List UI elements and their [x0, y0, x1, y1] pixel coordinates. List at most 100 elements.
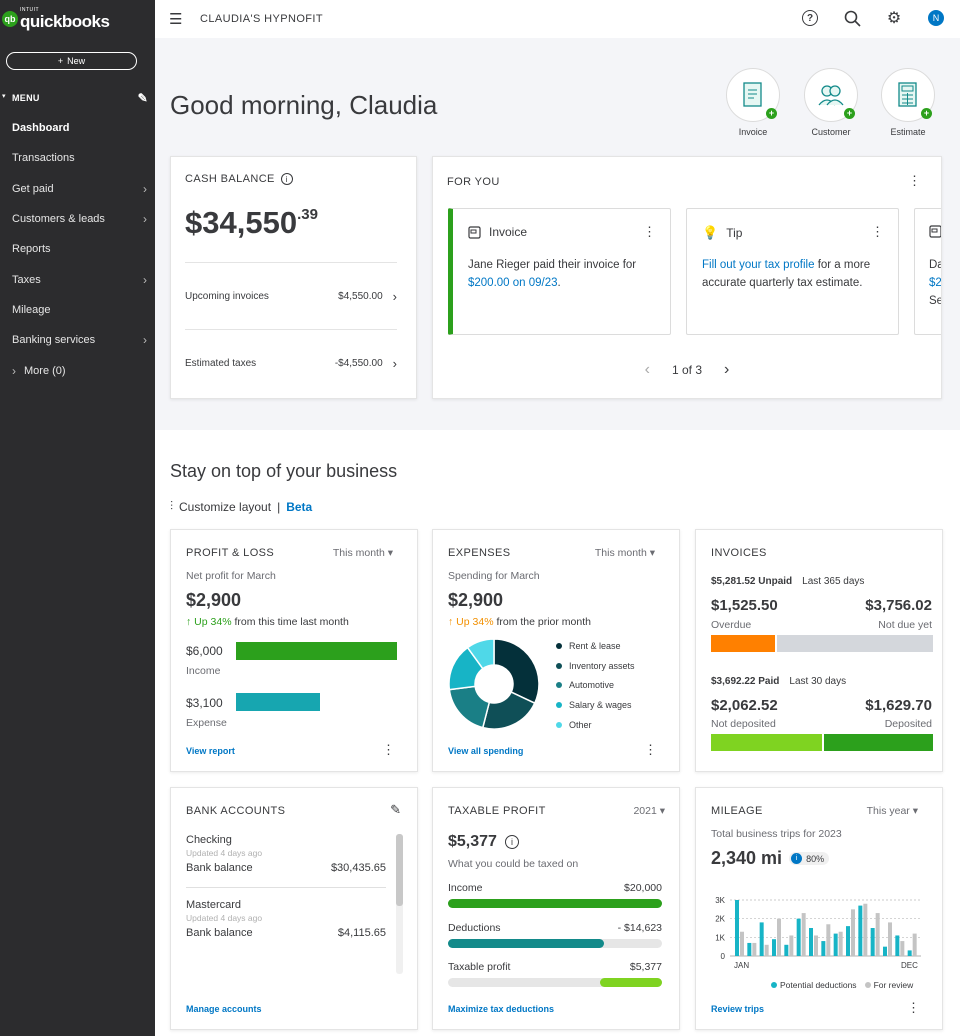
scrollbar-thumb[interactable] — [396, 834, 403, 906]
for-you-tile-invoice[interactable]: Invoice ⋮ Jane Rieger paid their invoice… — [448, 208, 671, 335]
sidebar-item-reports[interactable]: Reports — [0, 234, 155, 264]
deductions-bar[interactable] — [833, 933, 838, 956]
sidebar-item-taxes[interactable]: Taxes › — [0, 264, 155, 294]
chevron-left-icon[interactable]: ‹ — [645, 361, 650, 379]
chevron-right-icon[interactable]: › — [724, 361, 729, 379]
scrollbar-track[interactable] — [396, 834, 403, 974]
quick-create-customer[interactable]: + Customer — [801, 68, 861, 137]
income-bar[interactable] — [448, 899, 662, 908]
review-bar[interactable] — [838, 931, 843, 956]
review-bar[interactable] — [752, 942, 757, 956]
sidebar-item-transactions[interactable]: Transactions — [0, 143, 155, 173]
deductions-bar[interactable] — [448, 939, 605, 948]
period-dropdown[interactable]: This year ▾ — [867, 805, 918, 817]
review-bar[interactable] — [777, 918, 781, 956]
chevron-down-icon[interactable]: ▾ — [2, 92, 6, 100]
tile-link[interactable]: $200.00 on 09/23 — [468, 277, 558, 289]
deductions-bar[interactable] — [759, 922, 764, 956]
review-bar[interactable] — [814, 935, 818, 956]
more-options-icon[interactable]: ⋮ — [644, 742, 657, 758]
more-options-icon[interactable]: ⋮ — [907, 1000, 920, 1016]
for-you-tile-tip[interactable]: 💡 Tip ⋮ Fill out your tax profile for a … — [686, 208, 899, 335]
review-bar[interactable] — [875, 913, 880, 956]
review-bar[interactable] — [888, 922, 892, 956]
review-bar[interactable] — [912, 933, 917, 956]
not-due-bar[interactable] — [777, 635, 933, 652]
review-bar[interactable] — [789, 935, 794, 956]
gear-icon[interactable]: ⚙ — [884, 8, 904, 28]
not-deposited-bar[interactable] — [711, 734, 822, 751]
avatar[interactable]: N — [926, 8, 946, 28]
quick-create-estimate[interactable]: + Estimate — [878, 68, 938, 137]
deductions-bar[interactable] — [870, 928, 875, 956]
expenses-donut-chart[interactable] — [448, 638, 540, 730]
deductions-bar[interactable] — [735, 900, 739, 956]
info-icon[interactable]: i — [280, 173, 293, 185]
overdue-bar[interactable] — [711, 635, 775, 652]
review-bar[interactable] — [900, 941, 905, 956]
for-you-tile-partial[interactable]: Da $2 Se — [914, 208, 941, 335]
tile-link[interactable]: Fill out your tax profile — [702, 259, 815, 271]
sidebar-item-mileage[interactable]: Mileage — [0, 295, 155, 325]
new-button[interactable]: + New — [6, 52, 137, 70]
income-bar[interactable] — [236, 642, 397, 660]
review-trips-link[interactable]: Review trips — [711, 1004, 764, 1014]
maximize-tax-deductions-link[interactable]: Maximize tax deductions — [448, 1004, 554, 1014]
deductions-bar[interactable] — [809, 928, 813, 956]
quickbooks-logo[interactable]: qb INTUIT quickbooks — [2, 8, 110, 30]
expense-bar[interactable] — [236, 693, 320, 711]
donut-slice[interactable] — [493, 638, 540, 705]
upcoming-invoices-row[interactable]: Upcoming invoices $4,550.00 › — [185, 289, 397, 304]
bank-account-checking[interactable]: Checking Updated 4 days ago Bank balance… — [186, 834, 386, 874]
manage-accounts-link[interactable]: Manage accounts — [186, 1004, 262, 1014]
review-bar[interactable] — [801, 913, 806, 956]
deductions-bar[interactable] — [883, 946, 887, 956]
deductions-bar[interactable] — [907, 950, 912, 956]
review-bar[interactable] — [851, 909, 855, 956]
quick-create-invoice[interactable]: + Invoice — [723, 68, 783, 137]
hamburger-menu-icon[interactable]: ☰ — [169, 10, 183, 28]
pager-text: 1 of 3 — [671, 363, 703, 377]
more-options-icon[interactable]: ⋮ — [871, 224, 884, 240]
review-bar[interactable] — [826, 924, 831, 956]
deductions-bar[interactable] — [796, 918, 801, 956]
estimated-taxes-row[interactable]: Estimated taxes -$4,550.00 › — [185, 356, 397, 371]
more-options-icon[interactable]: ⋮ — [643, 224, 656, 240]
badge[interactable]: i 80% — [789, 852, 830, 865]
expense-label: Expense — [186, 717, 227, 729]
deductions-bar[interactable] — [858, 905, 863, 956]
edit-menu-pencil-icon[interactable]: ✎ — [138, 91, 148, 105]
review-bar[interactable] — [863, 903, 868, 956]
view-all-spending-link[interactable]: View all spending — [448, 746, 523, 756]
search-icon[interactable] — [842, 8, 862, 28]
year-dropdown[interactable]: 2021 ▾ — [633, 805, 665, 817]
help-icon[interactable]: ? — [800, 8, 820, 28]
donut-slice[interactable] — [448, 685, 491, 729]
deductions-bar[interactable] — [784, 944, 789, 956]
deductions-bar[interactable] — [846, 926, 850, 956]
deductions-bar[interactable] — [821, 941, 826, 956]
deposited-bar[interactable] — [824, 734, 933, 751]
customize-layout[interactable]: ⫶ Customize layout | Beta — [170, 499, 312, 514]
period-dropdown[interactable]: This month ▾ — [333, 547, 393, 559]
y-tick-label: 1K — [715, 933, 725, 942]
sidebar-item-more[interactable]: › More (0) — [0, 355, 155, 385]
sidebar-item-get-paid[interactable]: Get paid › — [0, 174, 155, 204]
period-dropdown[interactable]: This month ▾ — [595, 547, 655, 559]
deductions-bar[interactable] — [772, 939, 776, 956]
more-options-icon[interactable]: ⋮ — [382, 742, 395, 758]
sidebar-item-dashboard[interactable]: Dashboard — [0, 113, 155, 143]
info-icon[interactable]: i — [504, 835, 519, 849]
sidebar-item-banking-services[interactable]: Banking services › — [0, 325, 155, 355]
deductions-bar[interactable] — [895, 935, 900, 956]
taxable-profit-bar[interactable] — [599, 978, 662, 987]
edit-pencil-icon[interactable]: ✎ — [390, 802, 401, 818]
deductions-bar[interactable] — [747, 942, 752, 956]
review-bar[interactable] — [764, 944, 769, 956]
more-options-icon[interactable]: ⋮ — [908, 173, 921, 189]
tile-link[interactable]: $2 — [929, 277, 941, 289]
bank-account-mastercard[interactable]: Mastercard Updated 4 days ago Bank balan… — [186, 899, 386, 939]
sidebar-item-customers-leads[interactable]: Customers & leads › — [0, 204, 155, 234]
review-bar[interactable] — [740, 931, 744, 956]
view-report-link[interactable]: View report — [186, 746, 235, 756]
